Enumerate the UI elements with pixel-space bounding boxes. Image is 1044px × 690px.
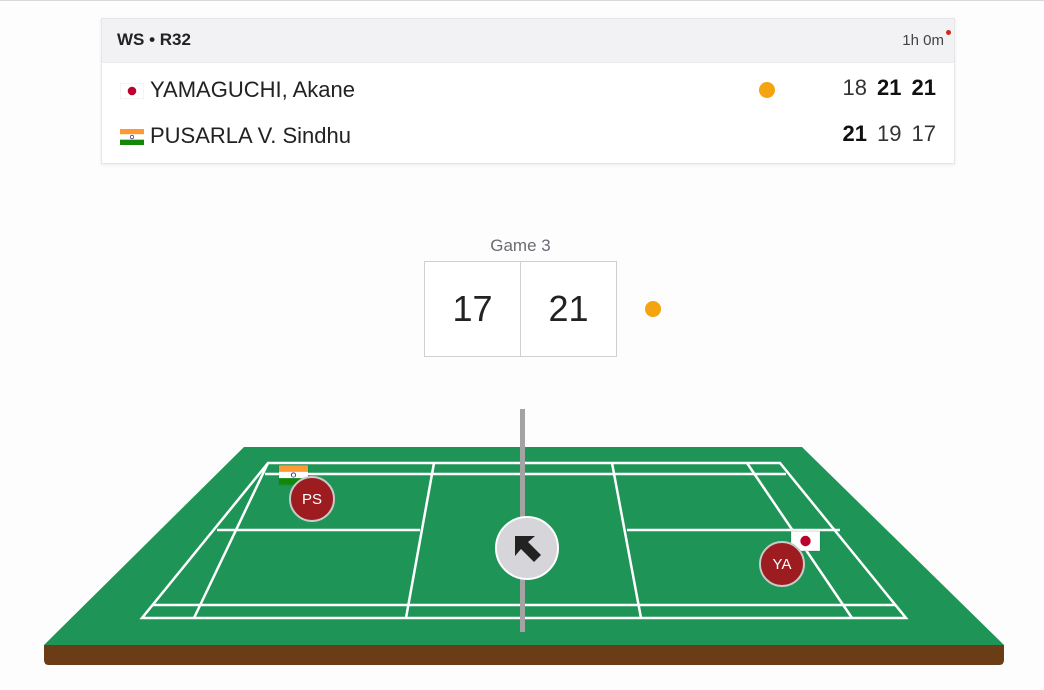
match-duration: 1h 0m (902, 32, 944, 49)
current-game-label: Game 3 (490, 236, 551, 255)
game-2-score: 21 (877, 75, 902, 100)
game-3-score: 17 (911, 121, 936, 146)
serving-indicator-icon (645, 301, 661, 317)
player-token-yamaguchi: YA (759, 541, 805, 587)
player-token-pusarla: PS (289, 476, 335, 522)
current-game-score-box: 17 21 (424, 261, 617, 357)
player-row-pusarla: PUSARLA V. Sindhu 21 19 17 (102, 115, 954, 155)
top-divider (0, 0, 1044, 1)
serving-indicator-icon (759, 82, 775, 98)
match-scoreboard: WS • R32 1h 0m YAMAGUCHI, Akane 18 21 21… (101, 18, 955, 164)
player-name: YAMAGUCHI, Akane (150, 77, 355, 102)
game-2-score: 19 (877, 121, 902, 146)
game-1-score: 18 (842, 75, 868, 100)
player-row-yamaguchi: YAMAGUCHI, Akane 18 21 21 (102, 69, 954, 109)
live-indicator-icon (946, 30, 951, 35)
game-scores: 18 21 21 (843, 75, 936, 101)
game-1-score: 21 (842, 121, 868, 146)
player-name: PUSARLA V. Sindhu (150, 123, 351, 148)
arrow-up-left-icon (515, 536, 541, 562)
match-header: WS • R32 1h 0m (102, 19, 954, 63)
event-round-label: WS • R32 (117, 30, 191, 49)
right-player-score: 21 (520, 262, 616, 356)
india-flag-icon (120, 129, 144, 145)
shuttle-direction-indicator (495, 516, 559, 580)
japan-flag-icon (120, 83, 144, 99)
game-3-score: 21 (911, 75, 936, 100)
left-player-score: 17 (452, 288, 493, 329)
game-scores: 21 19 17 (843, 121, 936, 147)
